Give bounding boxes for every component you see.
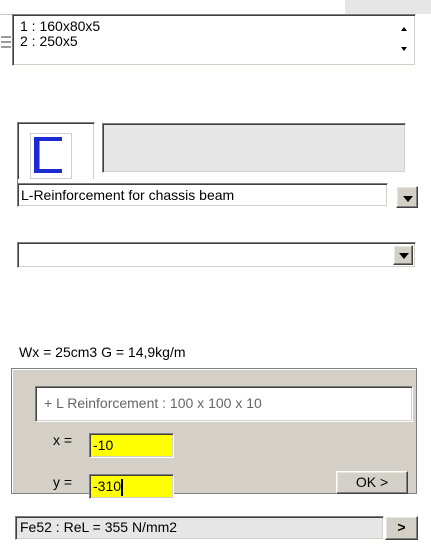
y-value: -310 <box>93 478 122 494</box>
x-label: x = <box>53 432 73 448</box>
secondary-select-dropdown-button[interactable] <box>393 245 413 265</box>
y-input[interactable]: -310 <box>89 474 174 499</box>
text-caret <box>121 478 124 496</box>
top-strip <box>0 0 345 15</box>
reinforcement-summary: + L Reinforcement : 100 x 100 x 10 <box>35 386 413 422</box>
chevron-down-icon <box>399 253 409 259</box>
shape-preview <box>17 122 95 184</box>
y-label: y = <box>53 474 73 490</box>
next-button[interactable]: > <box>385 516 418 540</box>
scroll-down-icon[interactable] <box>401 47 407 51</box>
list-item[interactable]: 1 : 160x80x5 <box>20 19 100 34</box>
x-input[interactable]: -10 <box>89 433 174 458</box>
material-status: Fe52 : ReL = 355 N/mm2 <box>15 516 384 540</box>
profiles-listbox[interactable]: 1 : 160x80x5 2 : 250x5 <box>12 14 416 66</box>
x-value: -10 <box>93 437 114 453</box>
c-channel-profile-icon <box>30 133 72 179</box>
list-item[interactable]: 2 : 250x5 <box>20 34 78 49</box>
profile-info-box <box>102 123 406 173</box>
chevron-down-icon <box>403 196 413 202</box>
grip-handle-icon[interactable] <box>0 34 12 52</box>
reinforcement-type-dropdown-button[interactable] <box>396 186 418 208</box>
list-scrollbar[interactable] <box>397 17 413 63</box>
section-properties: Wx = 25cm3 G = 14,9kg/m <box>19 344 186 360</box>
reinforcement-type-field[interactable]: L-Reinforcement for chassis beam <box>17 183 388 207</box>
ok-button[interactable]: OK > <box>336 471 408 494</box>
top-strip-panel <box>345 0 431 14</box>
scroll-up-icon[interactable] <box>401 27 407 31</box>
secondary-select[interactable] <box>17 242 416 268</box>
